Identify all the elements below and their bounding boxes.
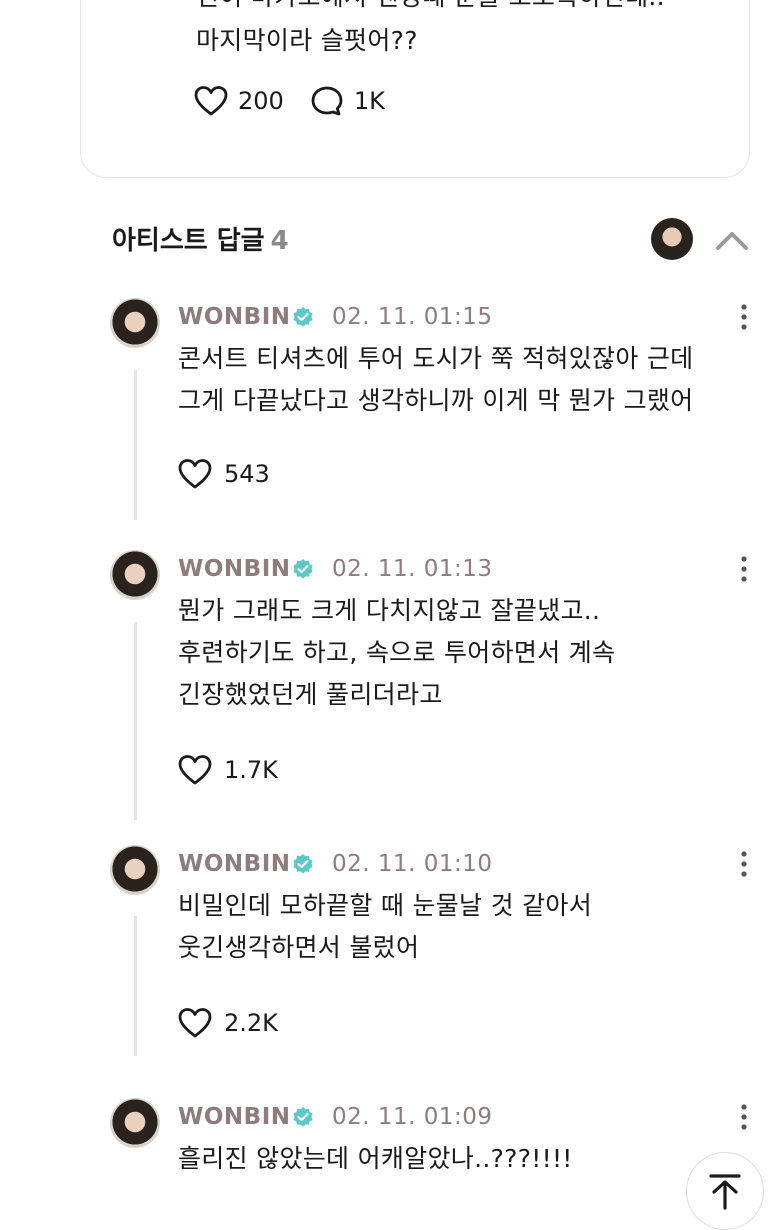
comment-line: 비밀인데 모하끝할 때 눈물날 것 같아서 xyxy=(178,891,593,920)
comment-text: 콘서트 티셔츠에 투어 도시가 쭉 적혀있잖아 근데 그게 다끝났다고 생각하니… xyxy=(178,338,693,422)
thread-line xyxy=(134,916,137,1056)
avatar[interactable] xyxy=(110,1098,160,1148)
more-vertical-icon[interactable] xyxy=(732,1102,756,1132)
comment-line: 뭔가 그래도 크게 다치지않고 잘끝냈고.. xyxy=(178,596,601,625)
post-comment-count: 1K xyxy=(353,87,385,115)
comment-line: 그게 다끝났다고 생각하니까 이게 막 뭔가 그랬어 xyxy=(178,386,694,415)
post-text: 빈이 마카오에서 엔딩때 눈물 또로록하던데.. 마지막이라 슬펏어?? xyxy=(196,0,665,63)
comment-timestamp: 02. 11. 01:09 xyxy=(332,1104,493,1130)
comment-timestamp: 02. 11. 01:15 xyxy=(332,304,493,330)
comment-author[interactable]: WONBIN xyxy=(178,851,291,877)
more-vertical-icon[interactable] xyxy=(732,302,756,332)
comment-author[interactable]: WONBIN xyxy=(178,556,291,582)
chevron-up-icon[interactable] xyxy=(712,222,752,258)
verified-badge-icon xyxy=(293,559,313,579)
comment-line: 흘리진 않았는데 어캐알았나..???!!!! xyxy=(178,1144,573,1173)
verified-badge-icon xyxy=(293,854,313,874)
comment-timestamp: 02. 11. 01:13 xyxy=(332,556,493,582)
post-text-line: 마지막이라 슬펏어?? xyxy=(196,26,418,55)
verified-badge-icon xyxy=(293,307,313,327)
section-title: 아티스트 답글 xyxy=(112,226,265,256)
comment-like-count: 543 xyxy=(224,460,270,488)
heart-icon xyxy=(194,86,228,116)
comment-text: 뭔가 그래도 크게 다치지않고 잘끝냈고.. 후련하기도 하고, 속으로 투어하… xyxy=(178,590,615,716)
post-comment-button[interactable]: 1K xyxy=(310,85,385,117)
comment-author[interactable]: WONBIN xyxy=(178,1104,291,1130)
artist-avatar[interactable] xyxy=(651,218,693,260)
verified-badge-icon xyxy=(293,1107,313,1127)
post-like-button[interactable]: 200 xyxy=(194,85,284,117)
heart-icon xyxy=(178,459,212,489)
thread-line xyxy=(134,370,137,520)
scroll-to-top-button[interactable] xyxy=(686,1152,764,1230)
scroll-to-top-icon xyxy=(709,1174,741,1210)
avatar[interactable] xyxy=(110,298,160,348)
avatar[interactable] xyxy=(110,845,160,895)
more-vertical-icon[interactable] xyxy=(732,554,756,584)
post-actions: 200 1K xyxy=(194,85,411,117)
comment-line: 웃긴생각하면서 불렀어 xyxy=(178,933,420,962)
comment-timestamp: 02. 11. 01:10 xyxy=(332,851,493,877)
comment-text: 흘리진 않았는데 어캐알았나..???!!!! xyxy=(178,1138,573,1180)
post-like-count: 200 xyxy=(238,87,284,115)
post-text-line: 빈이 마카오에서 엔딩때 눈물 또로록하던데.. xyxy=(196,0,665,19)
comment-like-button[interactable]: 2.2K xyxy=(178,1007,278,1039)
comment-like-count: 1.7K xyxy=(224,756,278,784)
post-card[interactable]: 빈이 마카오에서 엔딩때 눈물 또로록하던데.. 마지막이라 슬펏어?? 200… xyxy=(80,0,750,178)
more-vertical-icon[interactable] xyxy=(732,849,756,879)
heart-icon xyxy=(178,755,212,785)
comment-like-button[interactable]: 1.7K xyxy=(178,754,278,786)
avatar[interactable] xyxy=(110,550,160,600)
comment-bubble-icon xyxy=(311,86,343,116)
artist-replies-header: 아티스트 답글 4 xyxy=(112,220,289,257)
comment-text: 비밀인데 모하끝할 때 눈물날 것 같아서 웃긴생각하면서 불렀어 xyxy=(178,885,592,969)
comment-line: 긴장했었던게 풀리더라고 xyxy=(178,680,443,709)
comment-line: 콘서트 티셔츠에 투어 도시가 쭉 적혀있잖아 근데 xyxy=(178,344,694,373)
comment-author[interactable]: WONBIN xyxy=(178,304,291,330)
comment-line: 후련하기도 하고, 속으로 투어하면서 계속 xyxy=(178,638,616,667)
comment-like-button[interactable]: 543 xyxy=(178,458,270,490)
comment-like-count: 2.2K xyxy=(224,1009,278,1037)
thread-line xyxy=(134,622,137,820)
heart-icon xyxy=(178,1008,212,1038)
section-count: 4 xyxy=(270,226,289,256)
